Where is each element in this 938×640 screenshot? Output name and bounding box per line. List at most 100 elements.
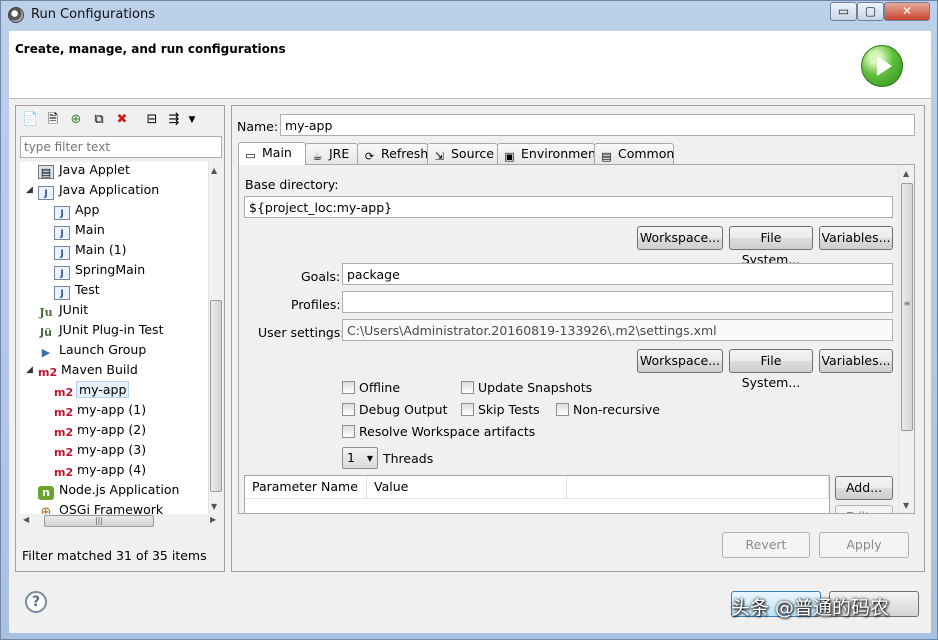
link-prototype-icon[interactable]: ⊕ <box>68 112 84 128</box>
update-snapshots-checkbox-box[interactable] <box>461 381 474 394</box>
scroll-thumb[interactable] <box>210 300 222 492</box>
eclipse-icon <box>8 7 24 23</box>
tree-item[interactable]: n Node.js Application <box>38 480 179 500</box>
tree-item[interactable]: m2 my-app (2) <box>54 420 146 440</box>
tree-item-label: my-app (4) <box>77 462 147 477</box>
parameter-table[interactable]: Parameter Name Value <box>244 475 830 513</box>
tree-item[interactable]: m2 my-app (1) <box>54 400 146 420</box>
tree-item[interactable]: J Test <box>54 280 100 300</box>
configuration-tree[interactable]: ▤ Java Applet ◢ J Java Application J App J Main J… <box>20 162 208 514</box>
skip-tests-checkbox-box[interactable] <box>461 403 474 416</box>
expander-icon[interactable]: ◢ <box>26 360 33 380</box>
threads-label: Threads <box>383 451 434 466</box>
goals-input[interactable] <box>342 263 893 285</box>
duplicate-icon[interactable]: ⧉ <box>91 112 107 128</box>
title-bar[interactable]: Run Configurations ▭ ▢ ✕ <box>1 1 937 29</box>
edit-parameter-button[interactable]: Edit... <box>835 505 893 513</box>
column-header-value[interactable]: Value <box>367 476 567 499</box>
chevron-down-icon[interactable]: ▼ <box>184 112 200 128</box>
variables-button-2[interactable]: Variables... <box>819 349 893 373</box>
non-recursive-label: Non-recursive <box>573 402 660 417</box>
java-class-icon: J <box>54 266 70 280</box>
scroll-right-icon[interactable]: ▶ <box>210 515 216 524</box>
dialog-content: 📄 🗎 ⊕ ⧉ ✖ ⊟ ⇶ ▼ ▤ Java Applet ◢ J Java Appli… <box>9 99 931 633</box>
workspace-button[interactable]: Workspace... <box>637 226 723 250</box>
user-settings-input[interactable] <box>342 319 893 341</box>
help-icon[interactable]: ? <box>25 591 47 613</box>
tree-item[interactable]: ⊕ OSGi Framework <box>38 500 164 514</box>
tree-item[interactable]: m2 my-app (3) <box>54 440 146 460</box>
scroll-down-icon[interactable]: ▼ <box>211 502 217 511</box>
tree-item[interactable]: J SpringMain <box>54 260 145 280</box>
tab-main[interactable]: ▭ Main <box>238 142 306 165</box>
debug-output-checkbox-box[interactable] <box>342 403 355 416</box>
apply-button[interactable]: Apply <box>819 532 909 558</box>
maven-icon: m2 <box>38 366 58 379</box>
collapse-all-icon[interactable]: ⊟ <box>144 112 160 128</box>
tree-item-label: my-app (2) <box>77 422 147 437</box>
scroll-up-icon[interactable]: ▲ <box>903 169 909 178</box>
tree-item[interactable]: ◢ J Java Application <box>26 180 159 200</box>
resolve-workspace-checkbox[interactable]: Resolve Workspace artifacts <box>342 425 535 439</box>
java-class-icon: J <box>54 246 70 260</box>
tree-item[interactable]: m2 my-app <box>54 380 130 400</box>
tree-item[interactable]: ▤ Java Applet <box>38 162 130 180</box>
tree-item[interactable]: ▶ Launch Group <box>38 340 147 360</box>
column-header-parameter-name[interactable]: Parameter Name <box>245 476 367 499</box>
tree-item[interactable]: J Main <box>54 220 105 240</box>
base-directory-label: Base directory: <box>245 177 339 192</box>
revert-button[interactable]: Revert <box>722 532 810 558</box>
offline-checkbox[interactable]: Offline <box>342 381 400 395</box>
close-button[interactable]: ✕ <box>884 2 930 21</box>
skip-tests-checkbox[interactable]: Skip Tests <box>461 403 540 417</box>
tree-item[interactable]: ◢ m2 Maven Build <box>26 360 138 380</box>
expander-icon[interactable]: ◢ <box>26 180 33 200</box>
scroll-down-icon[interactable]: ▼ <box>903 501 909 510</box>
panel-scroll-thumb[interactable]: ≡ <box>901 183 913 431</box>
new-prototype-icon[interactable]: 🗎 <box>45 112 61 128</box>
tab-common[interactable]: ▤ Common <box>594 143 674 164</box>
variables-button[interactable]: Variables... <box>819 226 893 250</box>
tree-horizontal-scrollbar[interactable]: ◀ ||| ▶ <box>20 514 222 528</box>
minimize-button[interactable]: ▭ <box>830 2 857 21</box>
tab-jre[interactable]: ☕ JRE <box>305 143 358 164</box>
filter-input[interactable] <box>20 136 222 158</box>
debug-output-checkbox[interactable]: Debug Output <box>342 403 448 417</box>
file-system-button-2[interactable]: File System... <box>729 349 813 390</box>
tree-item[interactable]: m2 my-app (4) <box>54 460 146 480</box>
file-system-button[interactable]: File System... <box>729 226 813 267</box>
tab-environment[interactable]: ▣ Environment <box>497 143 601 164</box>
base-directory-input[interactable] <box>244 196 893 218</box>
resolve-workspace-checkbox-box[interactable] <box>342 425 355 438</box>
configuration-editor-pane: Name: ▭ Main ☕ JRE ⟳ Refresh ⇲ Source ▣ Environme… <box>231 105 925 572</box>
non-recursive-checkbox-box[interactable] <box>556 403 569 416</box>
tab-refresh[interactable]: ⟳ Refresh <box>357 143 428 164</box>
new-config-icon[interactable]: 📄 <box>22 112 38 128</box>
tree-item-label: App <box>75 202 100 217</box>
scroll-thumb-horizontal[interactable]: ||| <box>44 515 154 527</box>
tree-item-label: Main (1) <box>75 242 127 257</box>
window-title: Run Configurations <box>31 7 155 22</box>
maven-icon: m2 <box>54 386 74 399</box>
tree-item[interactable]: J App <box>54 200 99 220</box>
tab-source[interactable]: ⇲ Source <box>427 143 498 164</box>
delete-icon[interactable]: ✖ <box>114 112 130 128</box>
tree-item[interactable]: Jü JUnit Plug-in Test <box>38 320 163 340</box>
scroll-up-icon[interactable]: ▲ <box>211 166 217 175</box>
add-parameter-button[interactable]: Add... <box>835 476 893 500</box>
panel-vertical-scrollbar[interactable]: ▲ ≡ ▼ <box>898 165 914 513</box>
profiles-input[interactable] <box>342 291 893 313</box>
maximize-button[interactable]: ▢ <box>857 2 884 21</box>
tree-vertical-scrollbar[interactable]: ▲ ▼ <box>208 162 222 514</box>
filter-icon[interactable]: ⇶ <box>166 112 182 128</box>
name-input[interactable] <box>280 114 915 136</box>
offline-checkbox-box[interactable] <box>342 381 355 394</box>
tree-item[interactable]: Ju JUnit <box>38 300 88 320</box>
workspace-button-2[interactable]: Workspace... <box>637 349 723 373</box>
tree-item[interactable]: J Main (1) <box>54 240 127 260</box>
non-recursive-checkbox[interactable]: Non-recursive <box>556 403 660 417</box>
threads-select[interactable]: 1 ▼ <box>342 447 378 469</box>
update-snapshots-checkbox[interactable]: Update Snapshots <box>461 381 592 395</box>
resolve-workspace-label: Resolve Workspace artifacts <box>359 424 536 439</box>
scroll-left-icon[interactable]: ◀ <box>23 515 29 524</box>
